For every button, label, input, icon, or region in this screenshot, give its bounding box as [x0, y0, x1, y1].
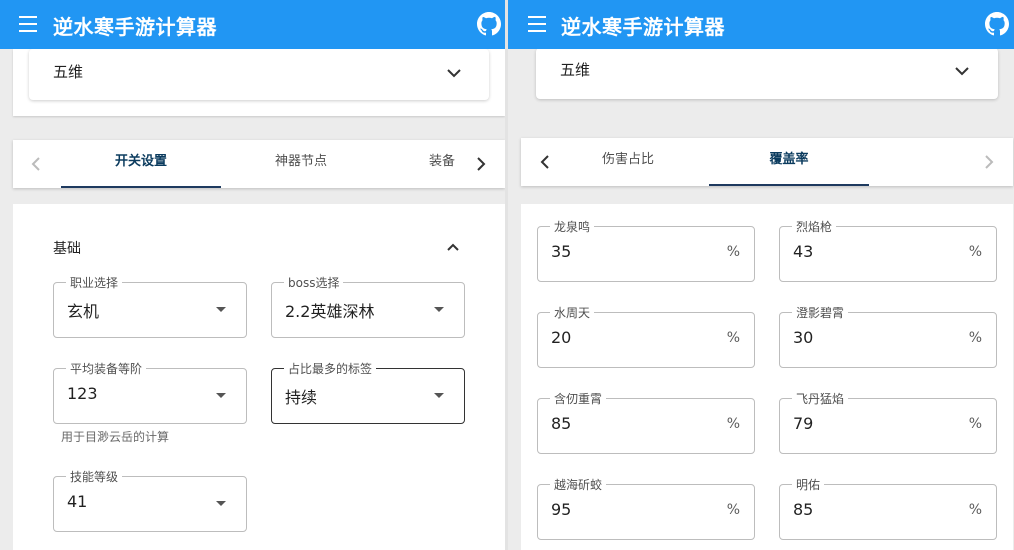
field-value: 30	[793, 328, 814, 347]
dropdown-arrow-icon	[216, 307, 226, 312]
app-bar: 逆水寒手游计算器	[508, 0, 1014, 49]
tab-equipment[interactable]: 装备	[413, 140, 473, 188]
dropdown-arrow-icon	[434, 393, 444, 398]
field-label: 平均装备等阶	[66, 360, 147, 377]
field-label: 占比最多的标签	[284, 360, 377, 377]
percent-unit: %	[726, 330, 740, 346]
coverage-section: 龙泉鸣 35 % 烈焰枪 43 % 水周天 20 % 澄影碧霄 30 % 含仞重…	[521, 204, 1013, 550]
field-value: 2.2英雄深林	[285, 302, 375, 321]
field-value: 79	[793, 414, 814, 433]
tab-bar: 伤害占比 覆盖率	[521, 138, 1013, 186]
dropdown-arrow-icon	[434, 307, 444, 312]
coverage-field[interactable]: 越海斫蛟 95 %	[537, 476, 755, 540]
top-select[interactable]: 五维	[536, 48, 998, 99]
top-tag-select[interactable]: 占比最多的标签 持续	[271, 360, 465, 424]
tab-label: 开关设置	[114, 154, 167, 169]
menu-icon[interactable]	[528, 16, 546, 32]
dropdown-arrow-icon	[216, 393, 226, 398]
coverage-field[interactable]: 明佑 85 %	[779, 476, 997, 540]
tab-label: 装备	[429, 154, 456, 169]
coverage-field[interactable]: 澄影碧霄 30 %	[779, 304, 997, 368]
percent-unit: %	[726, 502, 740, 518]
percent-unit: %	[968, 502, 982, 518]
left-panel: 五维 开关设置 神器节点 装备 基础 职业选择 玄机 boss选择 2.2英雄深…	[0, 0, 505, 550]
tab-bar: 开关设置 神器节点 装备	[13, 140, 505, 188]
chevron-right-icon[interactable]	[984, 154, 994, 170]
field-label: boss选择	[284, 274, 344, 291]
top-select-value: 五维	[560, 61, 591, 79]
field-label: 龙泉鸣	[550, 218, 595, 235]
field-label: 明佑	[792, 476, 825, 493]
field-label: 飞丹猛焰	[792, 390, 849, 407]
chevron-up-icon[interactable]	[446, 242, 460, 252]
boss-select[interactable]: boss选择 2.2英雄深林	[271, 274, 465, 338]
dropdown-arrow-icon	[216, 501, 226, 506]
chevron-right-icon[interactable]	[476, 156, 486, 172]
field-value: 123	[67, 384, 98, 403]
profession-select[interactable]: 职业选择 玄机	[53, 274, 247, 338]
chevron-left-icon[interactable]	[31, 156, 41, 172]
field-value: 85	[551, 414, 572, 433]
field-value: 持续	[285, 388, 318, 407]
field-label: 含仞重霄	[550, 390, 607, 407]
skill-level-select[interactable]: 技能等级 41	[53, 468, 247, 532]
right-panel: 五维 伤害占比 覆盖率 龙泉鸣 35 % 烈焰枪 43 % 水周天 20 % 澄…	[508, 0, 1014, 550]
app-title: 逆水寒手游计算器	[53, 15, 217, 39]
field-label: 澄影碧霄	[792, 304, 849, 321]
avg-gear-select[interactable]: 平均装备等阶 123	[53, 360, 247, 424]
field-value: 43	[793, 242, 814, 261]
tab-indicator	[709, 184, 869, 186]
field-value: 41	[67, 492, 88, 511]
percent-unit: %	[726, 244, 740, 260]
field-label: 技能等级	[66, 468, 123, 485]
field-label: 越海斫蛟	[550, 476, 607, 493]
tab-label: 伤害占比	[601, 152, 654, 167]
coverage-field[interactable]: 飞丹猛焰 79 %	[779, 390, 997, 454]
field-value: 35	[551, 242, 572, 261]
field-value: 20	[551, 328, 572, 347]
field-label: 水周天	[550, 304, 595, 321]
basic-section: 基础 职业选择 玄机 boss选择 2.2英雄深林 平均装备等阶 123 用于目…	[13, 204, 505, 550]
percent-unit: %	[968, 330, 982, 346]
section-title: 基础	[53, 241, 81, 257]
tab-label: 神器节点	[274, 154, 327, 169]
app-bar: 逆水寒手游计算器	[0, 0, 505, 49]
tab-label: 覆盖率	[769, 152, 809, 167]
percent-unit: %	[968, 244, 982, 260]
percent-unit: %	[968, 416, 982, 432]
github-icon[interactable]	[985, 12, 1009, 36]
coverage-field[interactable]: 含仞重霄 85 %	[537, 390, 755, 454]
field-value: 95	[551, 500, 572, 519]
coverage-field[interactable]: 水周天 20 %	[537, 304, 755, 368]
tab-indicator	[61, 186, 221, 188]
github-icon[interactable]	[477, 12, 501, 36]
tab-artifact-nodes[interactable]: 神器节点	[221, 140, 381, 188]
tab-switch-settings[interactable]: 开关设置	[61, 140, 221, 188]
menu-icon[interactable]	[19, 16, 37, 32]
coverage-field[interactable]: 烈焰枪 43 %	[779, 218, 997, 282]
field-label: 职业选择	[66, 274, 123, 291]
field-value: 85	[793, 500, 814, 519]
percent-unit: %	[726, 416, 740, 432]
app-title: 逆水寒手游计算器	[561, 15, 725, 39]
tab-coverage[interactable]: 覆盖率	[709, 138, 869, 186]
top-select[interactable]: 五维	[29, 49, 489, 100]
chevron-down-icon[interactable]	[446, 68, 462, 78]
field-value: 玄机	[67, 302, 100, 321]
field-label: 烈焰枪	[792, 218, 837, 235]
tab-damage-share[interactable]: 伤害占比	[548, 138, 708, 186]
top-select-value: 五维	[53, 63, 84, 81]
coverage-field[interactable]: 龙泉鸣 35 %	[537, 218, 755, 282]
helper-text: 用于目渺云岳的计算	[61, 430, 170, 444]
chevron-down-icon[interactable]	[954, 66, 970, 76]
